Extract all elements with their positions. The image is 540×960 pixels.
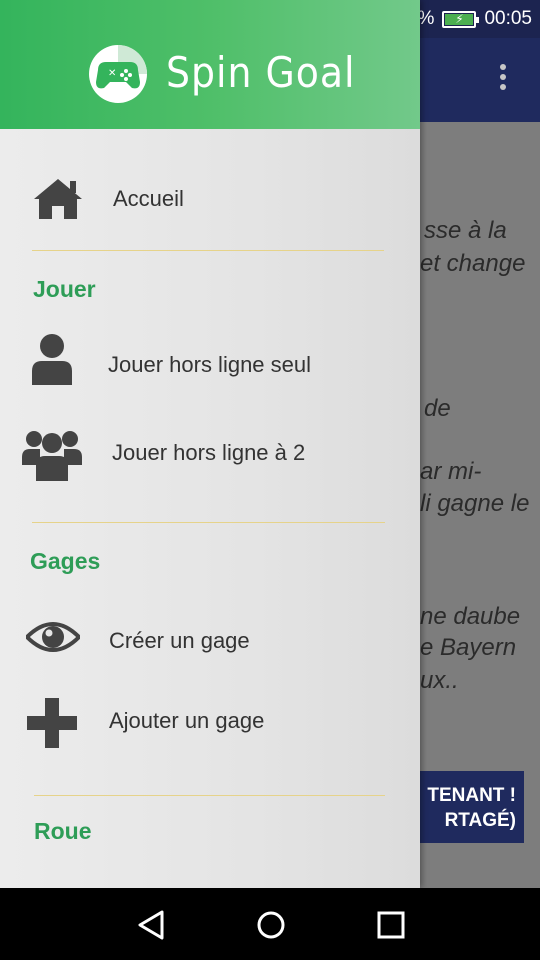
drawer-item-add-gage[interactable]: Ajouter un gage	[0, 692, 420, 754]
status-right: % ⚡ 00:05	[418, 6, 532, 32]
recents-icon[interactable]	[374, 908, 408, 942]
bg-text-line: ar mi-	[420, 458, 482, 485]
drawer-item-label: Jouer hors ligne à 2	[112, 440, 306, 465]
bg-text-line: de	[424, 395, 451, 422]
drawer-item-label: Accueil	[113, 186, 184, 211]
bg-text-line: li gagne le	[420, 490, 530, 517]
plus-icon	[27, 698, 77, 748]
divider	[34, 795, 385, 796]
group-icon	[22, 431, 82, 481]
eye-icon	[26, 622, 80, 652]
bg-text-line: et change	[420, 250, 526, 277]
divider	[32, 522, 385, 523]
bg-text-line: sse à la	[424, 217, 507, 244]
drawer-item-play-two[interactable]: Jouer hors ligne à 2	[0, 420, 420, 482]
drawer-item-home[interactable]: Accueil	[0, 168, 420, 228]
back-icon[interactable]	[134, 908, 168, 942]
overflow-menu-icon[interactable]	[498, 64, 508, 94]
home-icon	[34, 179, 82, 219]
section-title-roue: Roue	[34, 818, 92, 844]
section-title-jouer: Jouer	[33, 276, 96, 302]
svg-text:✕: ✕	[108, 68, 116, 79]
battery-percent: %	[417, 8, 435, 29]
drawer-header: ✕ Spin Goal	[0, 0, 420, 129]
bg-action-button-line2: RTAGÉ)	[444, 810, 516, 831]
drawer-item-create-gage[interactable]: Créer un gage	[0, 608, 420, 668]
divider	[32, 250, 384, 251]
system-navigation-bar	[0, 888, 540, 960]
section-title-gages: Gages	[30, 548, 101, 574]
app-title: Spin Goal	[166, 48, 356, 97]
navigation-drawer: ✕ Spin Goal Accueil Jouer Jouer hors lig…	[0, 0, 420, 888]
bg-text-line: ux..	[420, 667, 459, 694]
drawer-item-label: Jouer hors ligne seul	[108, 352, 312, 377]
bg-action-button-line1: TENANT !	[427, 785, 516, 806]
drawer-item-label: Ajouter un gage	[109, 708, 265, 733]
app-logo-icon: ✕	[89, 45, 147, 103]
battery-icon: ⚡	[442, 10, 480, 28]
bg-text-line: ne daube	[420, 603, 521, 630]
home-nav-icon[interactable]	[254, 908, 288, 942]
person-icon	[32, 334, 72, 385]
clock: 00:05	[484, 8, 532, 29]
bg-text-line: e Bayern	[420, 634, 517, 661]
drawer-item-label: Créer un gage	[109, 628, 250, 653]
drawer-item-play-solo[interactable]: Jouer hors ligne seul	[0, 330, 420, 392]
